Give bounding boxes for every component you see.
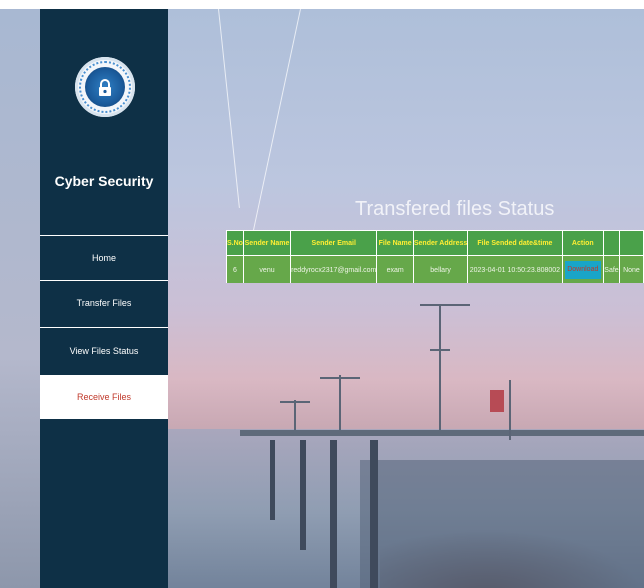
files-status-table-wrap: S.No Sender Name Sender Email File Name … — [226, 230, 644, 283]
cell-extra: None — [618, 255, 644, 283]
sidebar-item-home[interactable]: Home — [40, 236, 168, 280]
logo — [75, 57, 135, 155]
files-status-table: S.No Sender Name Sender Email File Name … — [226, 230, 644, 283]
column-header-file-name: File Name — [376, 230, 414, 256]
column-header-action: Action — [561, 230, 605, 256]
column-header-status — [603, 230, 620, 256]
cell-file-name: exam — [376, 255, 414, 283]
column-header-sender-address: Sender Address — [412, 230, 469, 256]
cell-sender-name: venu — [242, 255, 292, 283]
cell-sno: 6 — [226, 255, 244, 283]
cell-safety-status: Safe — [603, 255, 620, 283]
table-row: 6 venu reddyrocx2317@gmail.com exam bell… — [226, 255, 644, 283]
nav-divider — [40, 327, 168, 328]
top-strip — [0, 0, 644, 9]
column-header-sender-email: Sender Email — [290, 230, 378, 256]
cell-file-sended-datetime: 2023-04-01 10:50:23.808002 — [467, 255, 563, 283]
pier-illustration — [240, 304, 644, 588]
download-button[interactable]: Download — [564, 261, 602, 279]
logo-badge — [75, 57, 135, 117]
column-header-sno: S.No — [226, 230, 244, 256]
column-header-sender-name: Sender Name — [242, 230, 292, 256]
column-header-extra — [618, 230, 644, 256]
lock-icon — [99, 79, 111, 96]
cell-action: Download — [561, 255, 605, 283]
cell-sender-address: bellary — [412, 255, 469, 283]
column-header-file-sended-datetime: File Sended date&time — [467, 230, 563, 256]
brand-name: Cyber Security — [54, 173, 154, 189]
sidebar-item-receive-files[interactable]: Receive Files — [40, 375, 168, 419]
cell-sender-email: reddyrocx2317@gmail.com — [290, 255, 378, 283]
sidebar-item-view-files-status[interactable]: View Files Status — [40, 329, 168, 373]
page-title: Transfered files Status — [355, 198, 555, 220]
sidebar: Cyber Security Home Transfer Files View … — [40, 9, 168, 588]
left-gutter — [0, 9, 40, 588]
table-header-row: S.No Sender Name Sender Email File Name … — [226, 230, 644, 256]
sidebar-item-transfer-files[interactable]: Transfer Files — [40, 281, 168, 325]
